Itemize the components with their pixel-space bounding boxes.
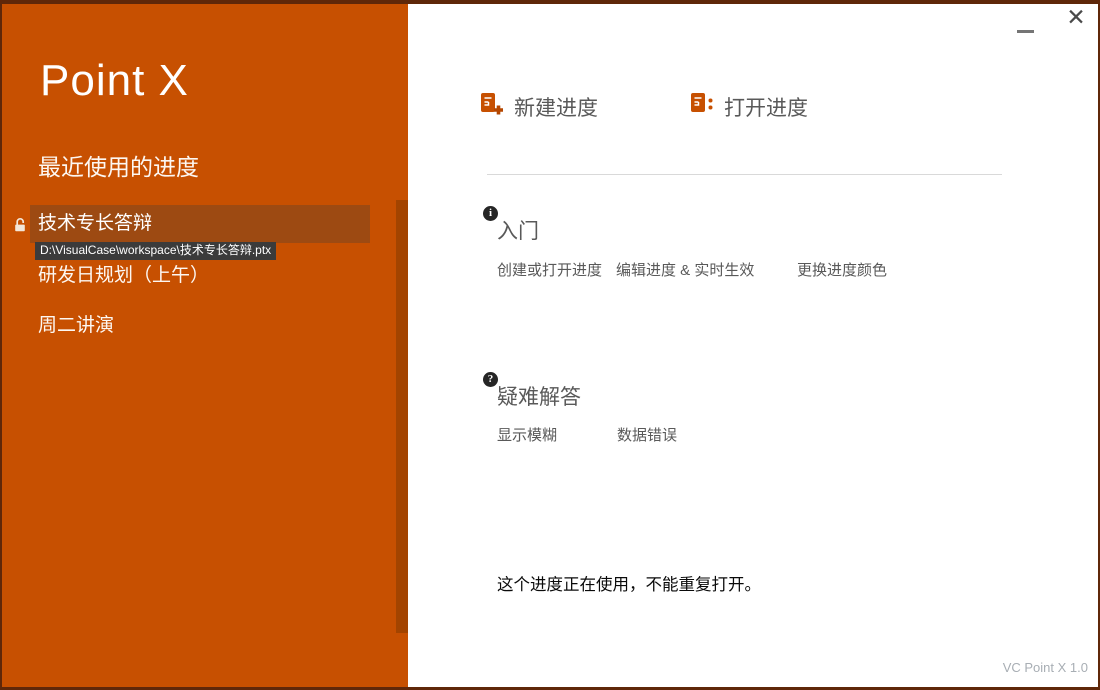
recent-list-scrollbar[interactable] [396,200,408,633]
open-progress-button[interactable]: 打开进度 [690,92,808,122]
new-progress-button[interactable]: 新建进度 [480,92,598,122]
recent-item-selected[interactable]: 技术专长答辩 [30,205,370,243]
recent-item[interactable]: 周二讲演 [30,307,370,345]
status-message: 这个进度正在使用，不能重复打开。 [497,571,761,595]
new-progress-icon [480,92,505,122]
main-panel: 新建进度 打开进度 i 入门 创建或打开进度 编辑进度 & 实时生效 更换进度颜… [408,0,1100,690]
recent-item[interactable]: 研发日规划（上午） [30,257,370,295]
info-icon: i [483,206,498,221]
minimize-icon [1017,30,1034,33]
recent-item-label: 研发日规划（上午） [38,265,209,286]
app-window: Point X 最近使用的进度 技术专长答辩 D:\VisualCase\wor… [0,0,1100,690]
version-label: VC Point X 1.0 [1003,660,1088,675]
link-create-or-open[interactable]: 创建或打开进度 [497,259,602,280]
close-icon: ✕ [1066,4,1085,30]
link-change-color[interactable]: 更换进度颜色 [797,259,887,280]
open-progress-icon [690,92,715,122]
close-button[interactable]: ✕ [1058,0,1094,32]
file-path-tooltip: D:\VisualCase\workspace\技术专长答辩.ptx [35,242,276,260]
troubleshooting-title: 疑难解答 [497,381,581,411]
link-data-error[interactable]: 数据错误 [617,424,677,445]
new-progress-label: 新建进度 [514,92,598,122]
link-display-blur[interactable]: 显示模糊 [497,424,557,445]
minimize-button[interactable] [1008,18,1042,42]
app-title: Point X [40,56,189,106]
link-edit-progress[interactable]: 编辑进度 & 实时生效 [616,259,754,280]
open-progress-label: 打开进度 [724,92,808,122]
lock-open-icon [12,217,28,233]
sidebar: Point X 最近使用的进度 技术专长答辩 D:\VisualCase\wor… [0,0,408,690]
section-divider [487,174,1002,175]
question-icon: ? [483,372,498,387]
recent-item-label: 技术专长答辩 [38,213,152,234]
recent-files-heading: 最近使用的进度 [38,148,199,182]
recent-item-label: 周二讲演 [38,315,114,336]
getting-started-title: 入门 [497,215,539,245]
